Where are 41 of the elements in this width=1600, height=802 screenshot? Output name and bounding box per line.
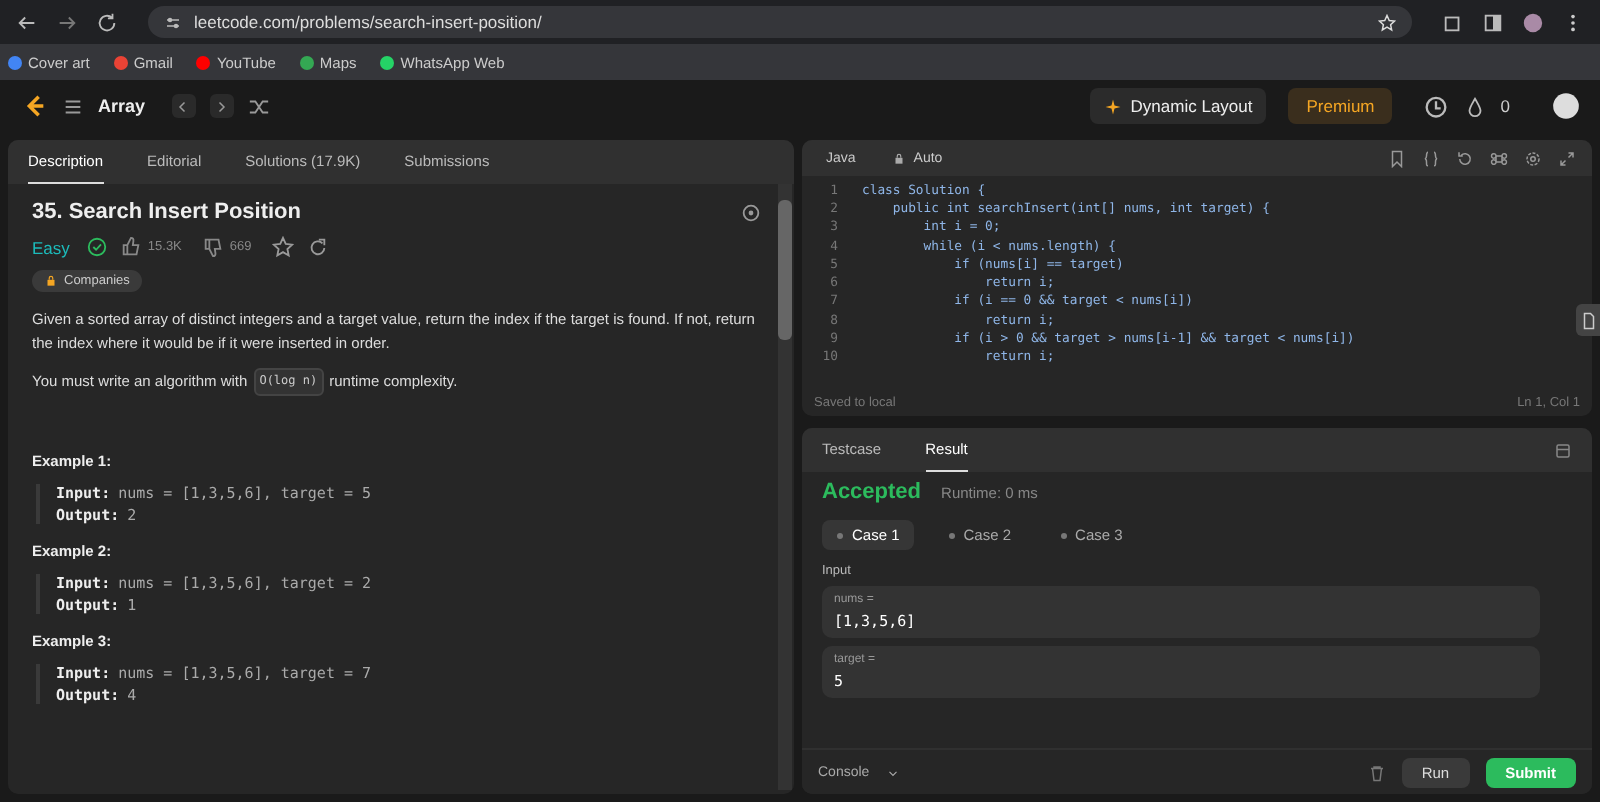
panel-toggle-icon[interactable] xyxy=(1554,441,1572,459)
expand-icon[interactable] xyxy=(1558,149,1576,167)
alarm-clock-icon[interactable] xyxy=(1422,92,1451,120)
user-avatar[interactable] xyxy=(1552,92,1580,120)
scrollbar[interactable] xyxy=(778,184,792,790)
notes-tab[interactable] xyxy=(1576,304,1600,336)
difficulty-label: Easy xyxy=(32,237,70,257)
url-text: leetcode.com/problems/search-insert-position/ xyxy=(194,12,544,32)
sparkle-icon xyxy=(1104,97,1123,115)
dot-icon xyxy=(947,532,956,541)
site-settings-icon[interactable] xyxy=(164,13,182,31)
trash-icon[interactable] xyxy=(1367,763,1386,781)
shuffle-icon[interactable] xyxy=(247,95,270,117)
verdict-label: Accepted xyxy=(822,480,922,504)
previous-button[interactable] xyxy=(171,94,196,118)
back-icon[interactable] xyxy=(16,11,38,33)
thumbs-up-icon[interactable] xyxy=(119,236,142,258)
problem-list-title[interactable]: Array xyxy=(98,96,146,116)
profile-avatar[interactable] xyxy=(1522,11,1544,33)
reload-icon[interactable] xyxy=(96,11,118,33)
document-icon xyxy=(1579,311,1597,329)
reset-icon[interactable] xyxy=(1456,149,1474,167)
side-panel-icon[interactable] xyxy=(1482,11,1504,33)
forward-icon[interactable] xyxy=(56,11,78,33)
list-icon[interactable] xyxy=(62,95,84,117)
problem-title: 35. Search Insert Position xyxy=(32,200,301,224)
star-icon[interactable] xyxy=(271,236,294,258)
dot-icon xyxy=(1059,532,1068,541)
thumbs-down-icon[interactable] xyxy=(201,236,224,258)
lock-icon xyxy=(44,274,58,288)
dot-icon xyxy=(836,532,844,541)
braces-icon[interactable] xyxy=(1422,149,1440,167)
dynamic-layout-button[interactable]: Dynamic Layout xyxy=(1090,88,1267,124)
address-bar[interactable]: leetcode.com/problems/search-insert-position/ xyxy=(148,6,1412,38)
premium-button[interactable]: Premium xyxy=(1288,88,1393,124)
bookmark-icon[interactable] xyxy=(1388,149,1406,167)
lock-icon xyxy=(891,151,906,165)
drop-icon[interactable] xyxy=(1464,95,1487,117)
streak-count: 0 xyxy=(1500,96,1510,116)
shortcut-icon[interactable] xyxy=(1490,149,1508,167)
next-button[interactable] xyxy=(209,94,234,118)
